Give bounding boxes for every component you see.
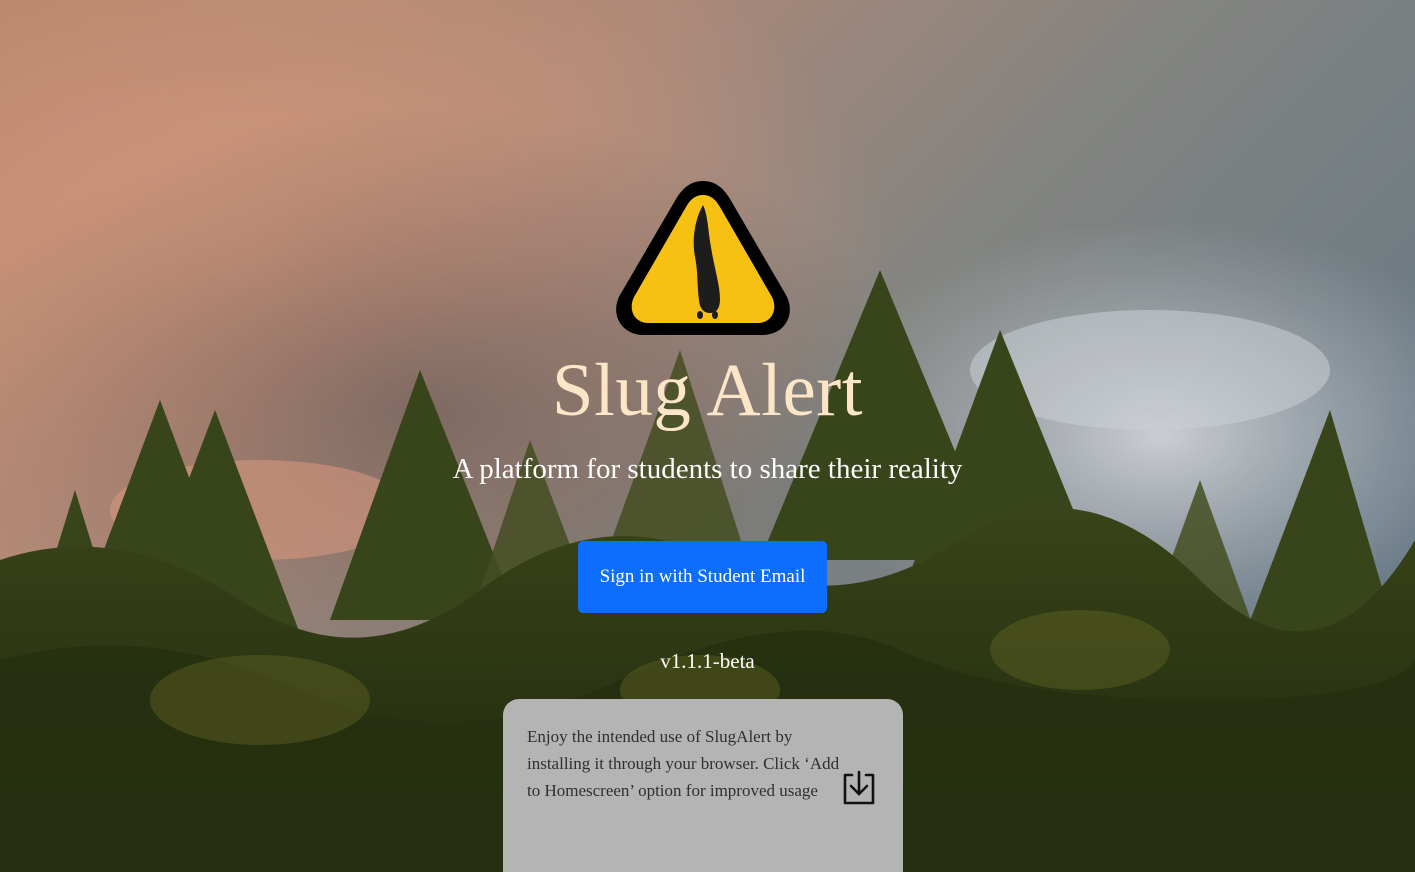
install-prompt-card: Enjoy the intended use of SlugAlert by i… — [503, 699, 903, 872]
install-prompt-text: Enjoy the intended use of SlugAlert by i… — [527, 727, 840, 800]
download-icon[interactable] — [839, 769, 879, 809]
app-title: Slug Alert — [551, 349, 864, 432]
signin-student-email-button[interactable]: Sign in with Student Email — [578, 541, 827, 613]
landing-page: Slug Alert A platform for students to sh… — [0, 0, 1415, 872]
slug-warning-sign-icon — [612, 175, 794, 341]
version-label: v1.1.1-beta — [660, 649, 755, 673]
app-tagline: A platform for students to share their r… — [452, 453, 963, 485]
